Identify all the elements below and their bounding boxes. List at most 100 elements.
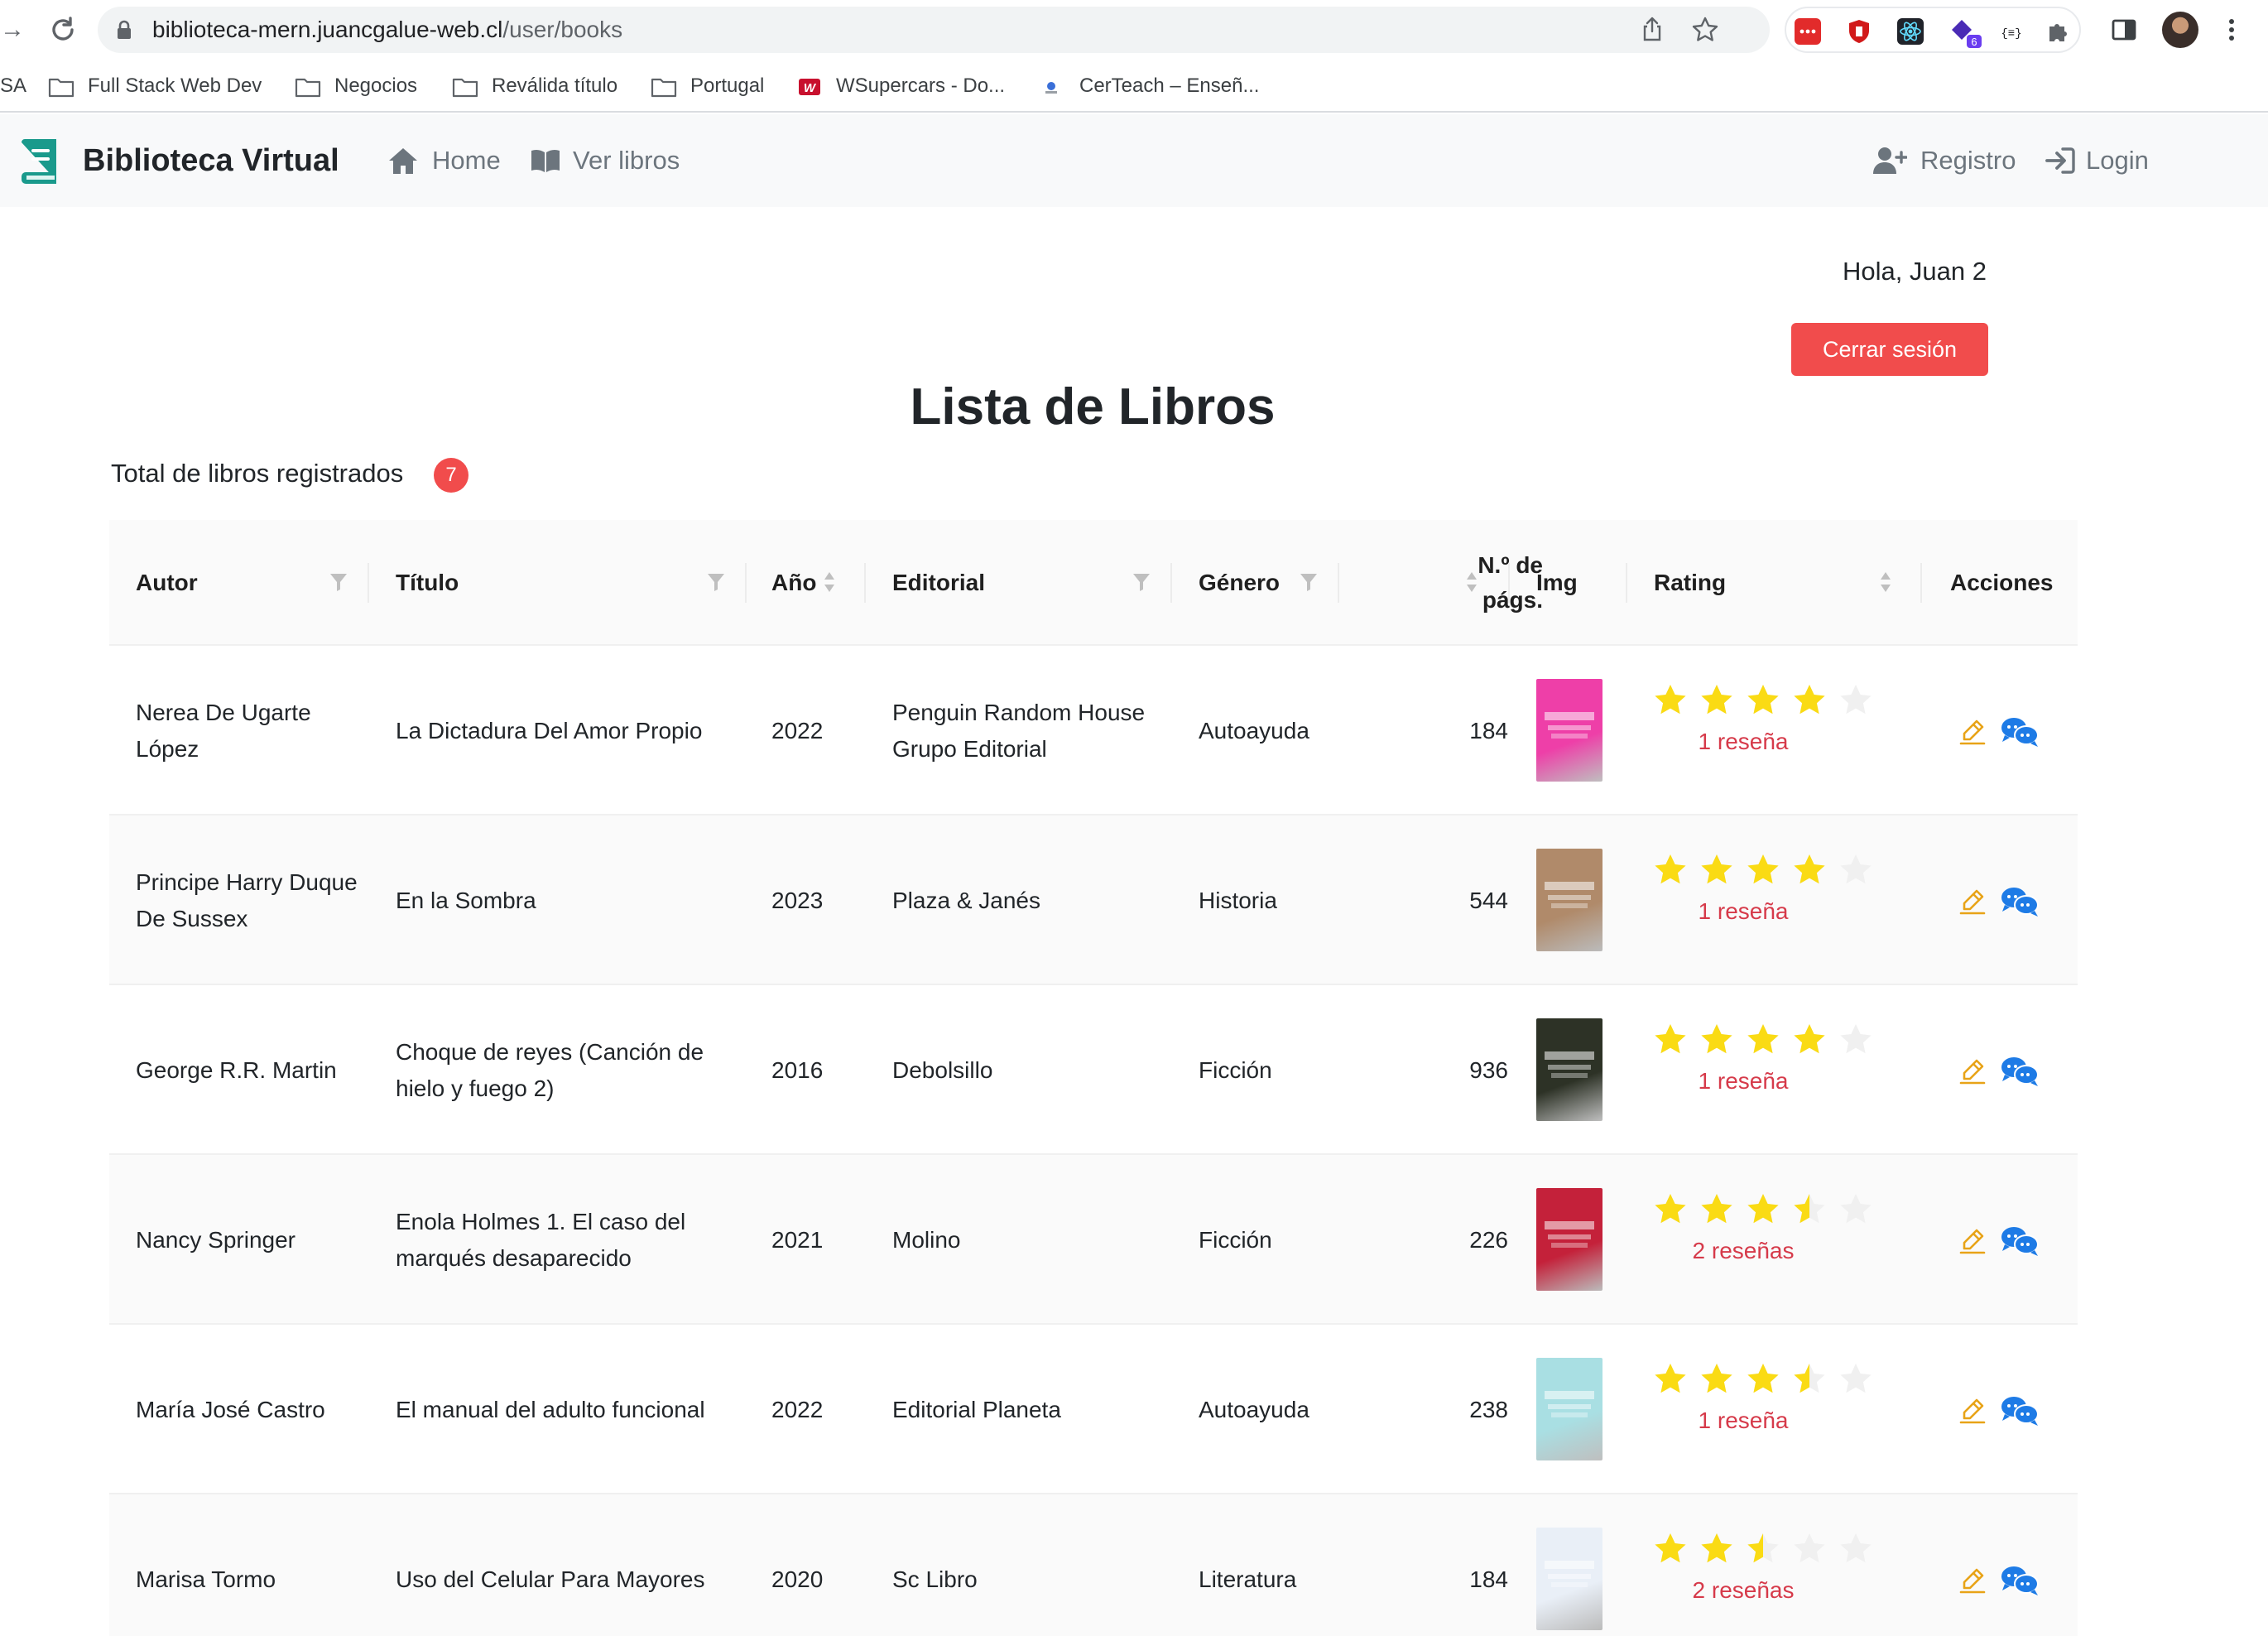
redux-extension-icon[interactable]: 6 (1950, 18, 1982, 48)
column-header-genre[interactable]: Género (1199, 520, 1280, 646)
reviews-count-link[interactable]: 2 reseñas (1652, 1238, 1834, 1264)
reviews-count-link[interactable]: 2 reseñas (1652, 1577, 1834, 1604)
star-icon[interactable] (1701, 1533, 1732, 1563)
star-rating[interactable] (1652, 1191, 1876, 1228)
side-panel-icon[interactable] (2109, 15, 2139, 45)
star-icon[interactable] (1701, 854, 1732, 884)
filter-icon[interactable] (707, 571, 725, 593)
bookmark-item[interactable]: Reválida título (492, 60, 617, 113)
star-icon[interactable] (1747, 1364, 1779, 1393)
address-bar[interactable]: biblioteca-mern.juancgalue-web.cl/user/b… (98, 7, 1770, 53)
column-header-author[interactable]: Autor (136, 520, 198, 646)
json-viewer-extension-icon[interactable]: {≡} (1998, 18, 2025, 45)
forward-arrow-icon[interactable]: → (0, 15, 25, 45)
bookmark-star-icon[interactable] (1690, 15, 1720, 45)
reload-icon[interactable] (46, 13, 79, 46)
reviews-count-link[interactable]: 1 reseña (1652, 1407, 1834, 1434)
star-icon[interactable] (1840, 854, 1872, 884)
comments-icon[interactable] (2000, 1225, 2040, 1258)
star-icon[interactable] (1747, 1024, 1779, 1054)
nav-login-link[interactable]: Login (2086, 114, 2149, 207)
react-devtools-extension-icon[interactable] (1897, 18, 1924, 45)
star-icon[interactable] (1840, 1194, 1872, 1224)
filter-icon[interactable] (1300, 571, 1318, 593)
star-icon[interactable] (1655, 854, 1686, 884)
edit-icon[interactable] (1958, 1056, 1987, 1085)
star-icon[interactable] (1794, 1364, 1825, 1393)
star-icon[interactable] (1655, 685, 1686, 715)
star-icon[interactable] (1655, 1533, 1686, 1563)
user-plus-icon[interactable] (1872, 146, 1907, 176)
comments-icon[interactable] (2000, 1394, 2040, 1427)
star-icon[interactable] (1794, 1024, 1825, 1054)
star-icon[interactable] (1794, 1533, 1825, 1563)
bookmark-item[interactable]: SA (0, 60, 26, 113)
login-icon[interactable] (2045, 146, 2076, 176)
home-icon[interactable] (387, 146, 419, 176)
column-header-publisher[interactable]: Editorial (892, 520, 985, 646)
star-icon[interactable] (1655, 1364, 1686, 1393)
comments-icon[interactable] (2000, 715, 2040, 748)
star-icon[interactable] (1747, 854, 1779, 884)
edit-icon[interactable] (1958, 1566, 1987, 1594)
star-icon[interactable] (1840, 1533, 1872, 1563)
edit-icon[interactable] (1958, 1396, 1987, 1424)
bookmark-item[interactable]: Negocios (334, 60, 417, 113)
column-header-year[interactable]: Año (771, 520, 816, 646)
chrome-menu-icon[interactable] (2222, 13, 2242, 46)
star-icon[interactable] (1794, 854, 1825, 884)
star-icon[interactable] (1655, 1194, 1686, 1224)
column-header-title[interactable]: Título (396, 520, 459, 646)
filter-icon[interactable] (329, 571, 348, 593)
column-header-rating[interactable]: Rating (1654, 520, 1726, 646)
reviews-count-link[interactable]: 1 reseña (1652, 729, 1834, 755)
star-icon[interactable] (1794, 685, 1825, 715)
star-icon[interactable] (1747, 1194, 1779, 1224)
reviews-count-link[interactable]: 1 reseña (1652, 898, 1834, 925)
bookmark-item[interactable]: Portugal (690, 60, 764, 113)
star-icon[interactable] (1840, 1024, 1872, 1054)
logout-button[interactable]: Cerrar sesión (1791, 323, 1988, 376)
lock-icon[interactable] (116, 20, 132, 40)
star-rating[interactable] (1652, 1022, 1876, 1058)
star-rating[interactable] (1652, 1361, 1876, 1398)
bookmark-item[interactable]: WSupercars - Do... (836, 60, 1005, 113)
sort-icon[interactable] (1465, 570, 1478, 594)
comments-icon[interactable] (2000, 1564, 2040, 1597)
star-rating[interactable] (1652, 852, 1876, 888)
sort-icon[interactable] (823, 570, 836, 594)
star-icon[interactable] (1655, 1024, 1686, 1054)
edit-icon[interactable] (1958, 717, 1987, 745)
star-icon[interactable] (1747, 1533, 1779, 1563)
star-icon[interactable] (1840, 685, 1872, 715)
open-book-icon[interactable] (530, 146, 561, 176)
star-icon[interactable] (1701, 685, 1732, 715)
star-icon[interactable] (1701, 1364, 1732, 1393)
star-icon[interactable] (1747, 685, 1779, 715)
puzzle-extensions-icon[interactable] (2045, 18, 2071, 45)
share-icon[interactable] (1637, 15, 1667, 45)
bookmark-item[interactable]: Full Stack Web Dev (88, 60, 262, 113)
book-logo-icon[interactable] (18, 139, 60, 184)
sort-icon[interactable] (1879, 570, 1892, 594)
star-icon[interactable] (1701, 1194, 1732, 1224)
star-rating[interactable] (1652, 1531, 1876, 1567)
star-rating[interactable] (1652, 682, 1876, 719)
reviews-count-link[interactable]: 1 reseña (1652, 1068, 1834, 1095)
url-text[interactable]: biblioteca-mern.juancgalue-web.cl/user/b… (152, 7, 622, 53)
bookmark-item[interactable]: CerTeach – Enseñ... (1079, 60, 1259, 113)
filter-icon[interactable] (1132, 571, 1151, 593)
profile-avatar[interactable] (2162, 12, 2198, 48)
comments-icon[interactable] (2000, 1055, 2040, 1088)
edit-icon[interactable] (1958, 887, 1987, 915)
comments-icon[interactable] (2000, 885, 2040, 918)
ublock-extension-icon[interactable] (1846, 18, 1872, 45)
star-icon[interactable] (1840, 1364, 1872, 1393)
column-header-pages[interactable]: N.º de págs. (1351, 520, 1568, 646)
edit-icon[interactable] (1958, 1226, 1987, 1254)
lastpass-extension-icon[interactable] (1795, 18, 1821, 45)
nav-books-link[interactable]: Ver libros (573, 114, 680, 207)
star-icon[interactable] (1794, 1194, 1825, 1224)
brand-title[interactable]: Biblioteca Virtual (83, 114, 339, 207)
nav-register-link[interactable]: Registro (1920, 114, 2016, 207)
